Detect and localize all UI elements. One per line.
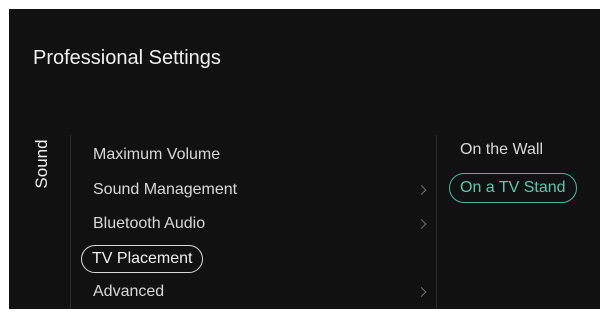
menu-item-label: Bluetooth Audio — [93, 215, 206, 232]
left-divider — [70, 135, 71, 309]
menu-item-label: Maximum Volume — [93, 146, 221, 163]
option-label: On a TV Stand — [449, 173, 577, 203]
option-on-a-tv-stand[interactable]: On a TV Stand — [449, 172, 594, 204]
tv-settings-screen: Professional Settings Sound Maximum Volu… — [9, 9, 600, 309]
menu-item-label: Sound Management — [93, 181, 238, 198]
menu-item-bluetooth-audio[interactable]: Bluetooth Audio — [81, 209, 431, 239]
menu-item-label: Advanced — [93, 283, 165, 300]
chevron-right-icon — [416, 185, 427, 195]
menu-item-advanced[interactable]: Advanced — [81, 277, 431, 307]
menu-item-sound-management[interactable]: Sound Management — [81, 175, 431, 205]
chevron-right-icon — [416, 219, 427, 229]
menu-item-maximum-volume[interactable]: Maximum Volume — [81, 140, 431, 170]
option-label: On the Wall — [460, 141, 543, 158]
chevron-right-icon — [416, 287, 427, 297]
menu-item-label: TV Placement — [81, 245, 204, 273]
menu-item-tv-placement[interactable]: TV Placement — [81, 244, 431, 274]
option-on-the-wall[interactable]: On the Wall — [449, 134, 594, 166]
category-label: Sound — [32, 139, 51, 189]
page-title: Professional Settings — [33, 47, 221, 69]
right-divider — [436, 135, 437, 309]
